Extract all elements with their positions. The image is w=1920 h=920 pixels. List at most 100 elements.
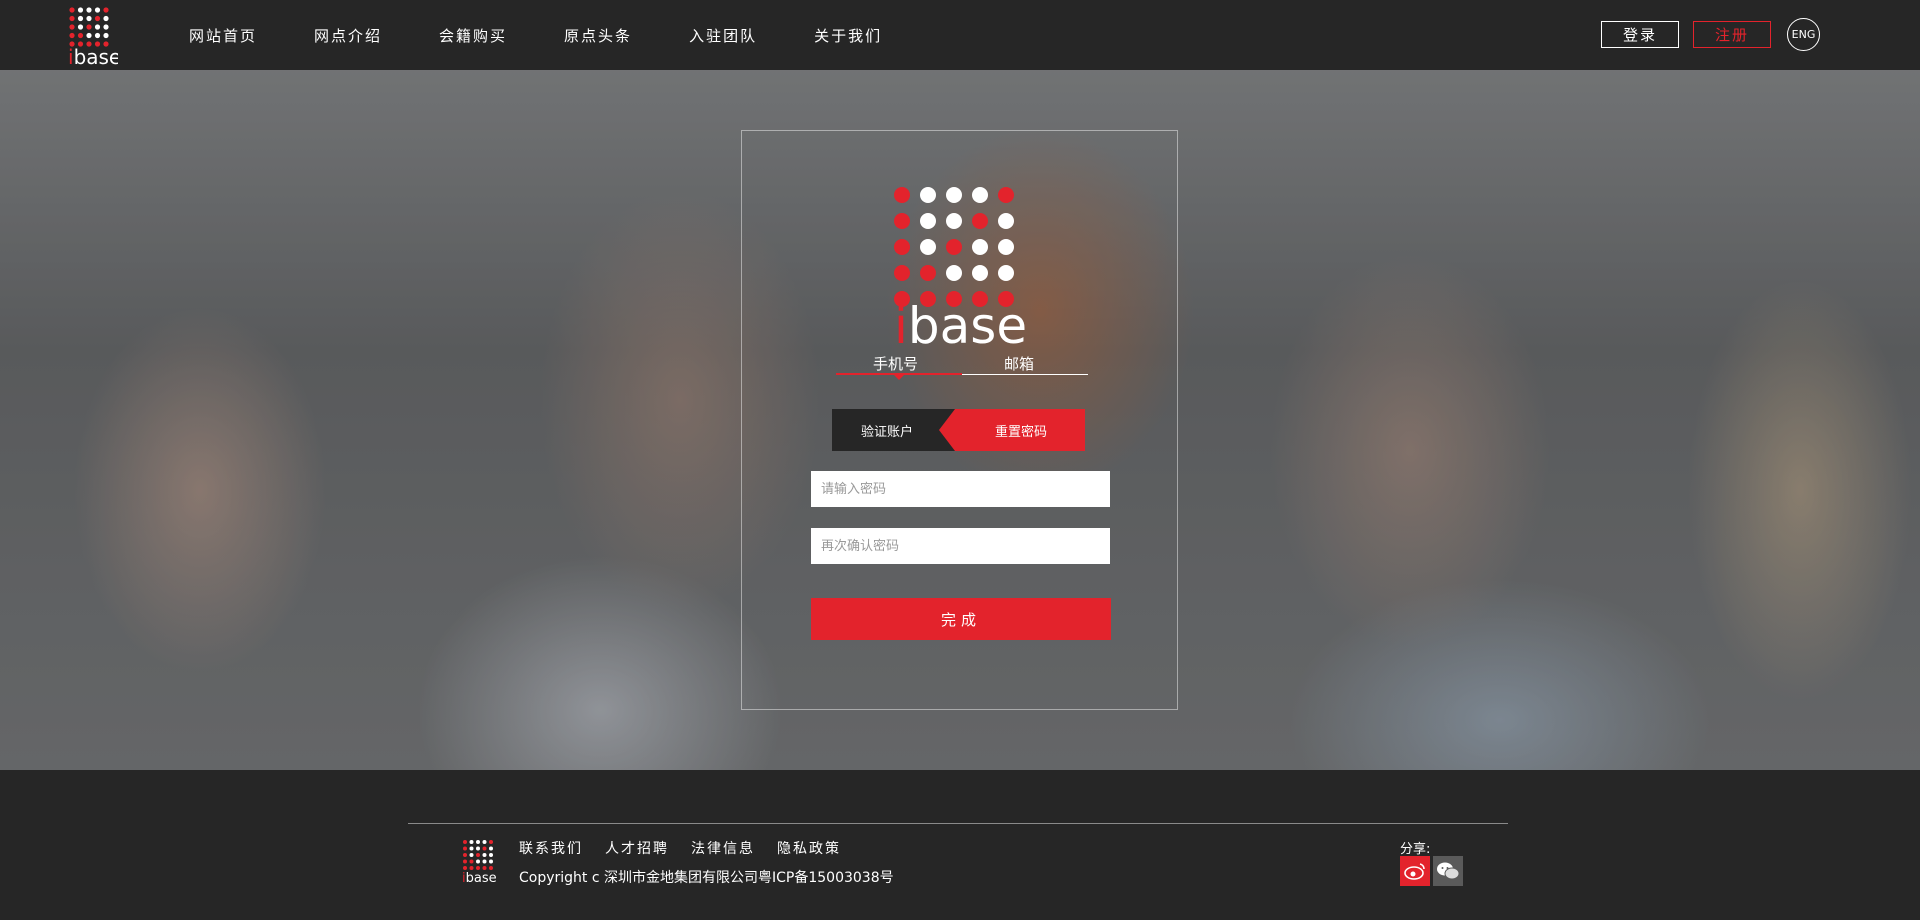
logo-dot: [469, 846, 474, 851]
logo-dot: [463, 859, 467, 864]
reset-password-panel: ibase 手机号 邮箱 验证账户 重置密码 完成: [741, 130, 1178, 710]
logo-dot: [946, 265, 962, 281]
nav-item-teams[interactable]: 入驻团队: [689, 25, 757, 46]
tab-email[interactable]: 邮箱: [1004, 353, 1034, 374]
site-header: ibase 网站首页 网点介绍 会籍购买 原点头条 入驻团队 关于我们 登录 注…: [0, 0, 1920, 70]
logo-dot: [77, 15, 84, 22]
logo-dot: [476, 846, 480, 851]
nav-item-about[interactable]: 关于我们: [814, 25, 882, 46]
logo-dot: [482, 840, 487, 844]
logo-dot: [69, 7, 75, 13]
nav-item-news[interactable]: 原点头条: [564, 25, 632, 46]
logo-dot: [894, 213, 910, 229]
nav-item-membership[interactable]: 会籍购买: [439, 25, 507, 46]
footer-links: 联系我们 人才招聘 法律信息 隐私政策: [519, 838, 863, 858]
logo-dot: [463, 840, 467, 844]
logo-dot: [476, 853, 480, 857]
logo-dot: [946, 213, 962, 229]
logo-dot: [103, 32, 109, 39]
nav-item-locations[interactable]: 网点介绍: [314, 25, 382, 46]
logo-dot: [482, 866, 487, 870]
logo-dot: [482, 859, 487, 864]
logo-dot: [489, 853, 493, 857]
logo-dot: [94, 24, 101, 30]
logo-dot: [972, 213, 988, 229]
svg-text:ibase: ibase: [894, 297, 1027, 345]
logo-dot: [998, 187, 1014, 203]
logo-dot: [476, 859, 480, 864]
logo-dot: [69, 15, 75, 22]
logo-dot: [998, 265, 1014, 281]
logo-dot: [972, 187, 988, 203]
password-input[interactable]: [811, 471, 1110, 507]
logo-dot: [476, 866, 480, 870]
submit-button[interactable]: 完成: [811, 598, 1111, 640]
weibo-icon[interactable]: [1400, 856, 1430, 886]
language-toggle-button[interactable]: ENG: [1787, 18, 1820, 51]
footer-link-privacy[interactable]: 隐私政策: [777, 838, 841, 858]
ibase-logo[interactable]: ibase: [68, 6, 118, 66]
logo-dot: [103, 15, 109, 22]
logo-dot: [946, 187, 962, 203]
logo-dot: [920, 187, 936, 203]
svg-text:ibase: ibase: [462, 871, 496, 883]
footer-ibase-logo: ibase: [462, 840, 496, 883]
logo-dot: [920, 265, 936, 281]
account-type-tabs: 手机号 邮箱: [836, 353, 1088, 380]
step-reset-password: 重置密码: [939, 409, 1085, 451]
logo-dot: [972, 265, 988, 281]
reset-steps: 验证账户 重置密码: [832, 409, 1085, 451]
logo-dot: [489, 840, 493, 844]
footer-link-contact[interactable]: 联系我们: [519, 838, 583, 858]
logo-dot: [77, 7, 84, 13]
logo-dot: [482, 853, 487, 857]
logo-dot: [94, 7, 101, 13]
logo-dot: [469, 840, 474, 844]
logo-dot: [77, 32, 84, 39]
hero-background-photo: ibase 手机号 邮箱 验证账户 重置密码 完成: [0, 70, 1920, 770]
logo-dot: [86, 15, 92, 22]
logo-dot: [94, 32, 101, 39]
footer-divider: [408, 823, 1508, 824]
logo-dot: [86, 32, 92, 39]
logo-dot: [972, 239, 988, 255]
nav-item-home[interactable]: 网站首页: [189, 25, 257, 46]
logo-dot: [463, 866, 467, 870]
svg-text:ibase: ibase: [68, 45, 118, 66]
logo-dot: [489, 846, 493, 851]
logo-dot: [469, 859, 474, 864]
logo-dot: [946, 239, 962, 255]
logo-dot: [103, 24, 109, 30]
wechat-icon[interactable]: [1433, 856, 1463, 886]
logo-dot: [920, 239, 936, 255]
logo-dot: [476, 840, 480, 844]
logo-dot: [77, 24, 84, 30]
logo-dot: [86, 7, 92, 13]
copyright-text: Copyright c 深圳市金地集团有限公司粤ICP备15003038号: [519, 870, 894, 886]
logo-dot: [998, 239, 1014, 255]
logo-dot: [94, 15, 101, 22]
tab-phone[interactable]: 手机号: [873, 353, 918, 374]
logo-dot: [894, 265, 910, 281]
logo-dot: [469, 853, 474, 857]
main-nav: 网站首页 网点介绍 会籍购买 原点头条 入驻团队 关于我们: [189, 0, 939, 70]
footer-link-legal[interactable]: 法律信息: [691, 838, 755, 858]
logo-dot: [103, 7, 109, 13]
footer-link-careers[interactable]: 人才招聘: [605, 838, 669, 858]
logo-dot: [489, 866, 493, 870]
logo-dot: [998, 213, 1014, 229]
logo-dot: [469, 866, 474, 870]
share-label: 分享:: [1400, 842, 1431, 857]
logo-dot: [489, 859, 493, 864]
logo-dot: [86, 24, 92, 30]
logo-dot: [920, 213, 936, 229]
logo-dot: [69, 32, 75, 39]
logo-dot: [463, 846, 467, 851]
logo-dot: [894, 187, 910, 203]
logo-dot: [894, 239, 910, 255]
register-button[interactable]: 注册: [1693, 21, 1771, 48]
confirm-password-input[interactable]: [811, 528, 1110, 564]
logo-dot: [463, 853, 467, 857]
ibase-logo-large: ibase: [894, 187, 1027, 345]
login-button[interactable]: 登录: [1601, 21, 1679, 48]
